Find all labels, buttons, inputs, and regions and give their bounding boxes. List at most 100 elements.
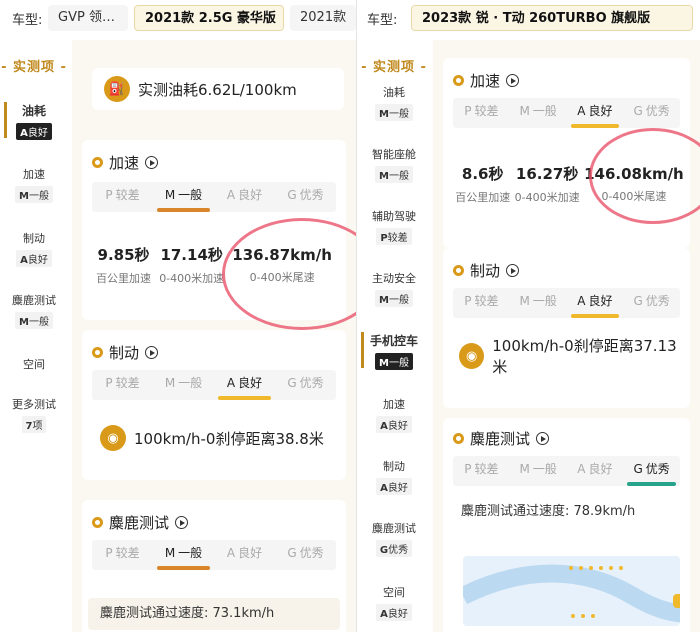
car-chip[interactable]: GVP 领… [48, 5, 128, 31]
grade-good: A 良好 [214, 370, 275, 400]
grade-excellent: G 优秀 [633, 104, 670, 118]
grade-excellent: G 优秀 [287, 188, 324, 202]
sidebar-item-more[interactable]: 更多测试 7项 [0, 396, 68, 433]
moose-track-graphic [463, 556, 680, 626]
left-sidebar: - 实测项 - 油耗 A良好 加速 M一般 制动 A良好 麋鹿测试 M一般 空间… [0, 40, 68, 632]
grade-poor: P 较差 [105, 546, 140, 560]
section-dot-icon [453, 265, 464, 276]
play-icon[interactable] [506, 74, 520, 87]
section-dot-icon [92, 517, 103, 528]
stat-0-100: 8.6秒 百公里加速 [455, 165, 511, 204]
brake-card: 制动 P 较差 M 一般 A 良好 G 优秀 ◉ 100km/h-0刹停距离38.8米 [82, 330, 346, 480]
grade-scale: P 较差 M 一般 A 良好 G 优秀 [92, 540, 336, 570]
sidebar-item-accel[interactable]: 加速 A良好 [357, 396, 431, 433]
brake-result: ◉ 100km/h-0刹停距离38.8米 [88, 416, 340, 460]
grade-excellent: G 优秀 [287, 546, 324, 560]
sidebar-item-space[interactable]: 空间 A良好 [357, 584, 431, 621]
stat-400m-time: 17.14秒 0-400米加速 [159, 246, 225, 285]
grade-medium: M 一般 [519, 104, 557, 118]
sidebar-item-space[interactable]: 空间 [0, 356, 68, 372]
selected-car-chip[interactable]: 2023款 锐 · T动 260TURBO 旗舰版 [411, 5, 693, 31]
grade-badge: A良好 [376, 478, 412, 495]
section-dot-icon [92, 347, 103, 358]
grade-excellent: G 优秀 [623, 456, 680, 486]
grade-good: A 良好 [577, 462, 613, 476]
grade-excellent: G 优秀 [287, 376, 324, 390]
stat-0-100: 9.85秒 百公里加速 [96, 246, 152, 285]
brake-card: 制动 P 较差 M 一般 A 良好 G 优秀 ◉ 100km/h-0刹停距离37.13米 [443, 248, 690, 408]
grade-poor: P 较差 [464, 104, 499, 118]
moose-speed: 麋鹿测试通过速度: 73.1km/h [88, 598, 340, 630]
moose-card: 麋鹿测试 P 较差 M 一般 A 良好 G 优秀 麋鹿测试通过速度: 73.1km/h [82, 500, 346, 632]
grade-good: A 良好 [567, 98, 624, 128]
sidebar-item-moose[interactable]: 麋鹿测试 G优秀 [357, 520, 431, 557]
right-sidebar: - 实测项 - 油耗 M一般 智能座舱 M一般 辅助驾驶 P较差 主动安全 M一… [357, 40, 431, 632]
grade-badge: M一般 [375, 104, 413, 121]
grade-good: A 良好 [567, 288, 624, 318]
moose-card: 麋鹿测试 P 较差 M 一般 A 良好 G 优秀 麋鹿测试通过速度: 78.9km/h [443, 418, 690, 632]
grade-medium: M 一般 [164, 376, 203, 390]
grade-scale: P 较差 M 一般 A 良好 G 优秀 [92, 370, 336, 400]
sidebar-header: - 实测项 - [361, 60, 427, 75]
moose-speed: 麋鹿测试通过速度: 78.9km/h [449, 496, 684, 528]
sidebar-item-brake[interactable]: 制动 A良好 [357, 458, 431, 495]
grade-badge: G优秀 [375, 540, 413, 557]
grade-badge: M一般 [15, 186, 53, 203]
grade-excellent: G 优秀 [633, 294, 670, 308]
section-title: 麋鹿测试 [92, 512, 189, 533]
play-icon[interactable] [145, 346, 159, 359]
fuel-icon: ⛽ [104, 76, 130, 102]
sidebar-item-brake[interactable]: 制动 A良好 [0, 230, 68, 267]
section-title: 加速 [453, 70, 520, 91]
left-main: ⛽ 实测油耗6.62L/100km 加速 P 较差 M 一般 A 良好 G 优秀 9.8… [72, 40, 356, 632]
grade-medium: M 一般 [519, 294, 557, 308]
play-icon[interactable] [145, 156, 159, 169]
grade-badge: A良好 [16, 250, 52, 267]
right-compare-pane: 车型: 2023款 锐 · T动 260TURBO 旗舰版 - 实测项 - 油耗… [356, 0, 700, 632]
grade-poor: P 较差 [105, 376, 140, 390]
grade-scale: P 较差 M 一般 A 良好 G 优秀 [453, 288, 680, 318]
selected-car-chip[interactable]: 2021款 2.5G 豪华版 [134, 5, 284, 31]
section-dot-icon [453, 75, 464, 86]
grade-poor: P 较差 [464, 462, 499, 476]
grade-badge: M一般 [375, 290, 413, 307]
car-label: 车型: [367, 13, 398, 28]
play-icon[interactable] [536, 432, 550, 445]
brake-icon: ◉ [100, 425, 126, 451]
left-topbar: 车型: GVP 领… 2021款 2.5G 豪华版 2021款 [0, 0, 356, 36]
right-topbar: 车型: 2023款 锐 · T动 260TURBO 旗舰版 [357, 0, 700, 36]
sidebar-item-safety[interactable]: 主动安全 M一般 [357, 270, 431, 307]
grade-scale: P 较差 M 一般 A 良好 G 优秀 [453, 98, 680, 128]
section-title: 麋鹿测试 [453, 428, 550, 449]
grade-scale: P 较差 M 一般 A 良好 G 优秀 [92, 182, 336, 212]
car-label: 车型: [12, 13, 43, 28]
sidebar-item-fuel[interactable]: 油耗 A良好 [0, 102, 68, 140]
grade-good: A 良好 [226, 188, 263, 202]
grade-medium: M 一般 [519, 462, 557, 476]
grade-badge: M一般 [375, 166, 413, 183]
sidebar-item-assist[interactable]: 辅助驾驶 P较差 [357, 208, 431, 245]
section-title: 制动 [453, 260, 520, 281]
sidebar-item-phone[interactable]: 手机控车 M一般 [357, 332, 431, 370]
section-title: 加速 [92, 152, 159, 173]
sidebar-item-cockpit[interactable]: 智能座舱 M一般 [357, 146, 431, 183]
grade-badge: 7项 [21, 416, 47, 433]
sidebar-item-fuel[interactable]: 油耗 M一般 [357, 84, 431, 121]
brake-icon: ◉ [459, 343, 485, 369]
grade-badge: M一般 [375, 353, 413, 370]
fuel-result: ⛽ 实测油耗6.62L/100km [92, 68, 344, 110]
grade-badge: A良好 [376, 604, 412, 621]
grade-badge: M一般 [15, 312, 53, 329]
play-icon[interactable] [175, 516, 189, 529]
grade-poor: P 较差 [105, 188, 140, 202]
grade-medium: M 一般 [153, 540, 214, 570]
grade-good: A 良好 [226, 546, 263, 560]
car-chip[interactable]: 2021款 [290, 5, 356, 31]
sidebar-item-accel[interactable]: 加速 M一般 [0, 166, 68, 203]
sidebar-header: - 实测项 - [1, 60, 67, 75]
left-compare-pane: 车型: GVP 领… 2021款 2.5G 豪华版 2021款 - 实测项 - … [0, 0, 356, 632]
sidebar-item-moose[interactable]: 麋鹿测试 M一般 [0, 292, 68, 329]
grade-badge: A良好 [16, 123, 52, 140]
grade-poor: P 较差 [464, 294, 499, 308]
play-icon[interactable] [506, 264, 520, 277]
